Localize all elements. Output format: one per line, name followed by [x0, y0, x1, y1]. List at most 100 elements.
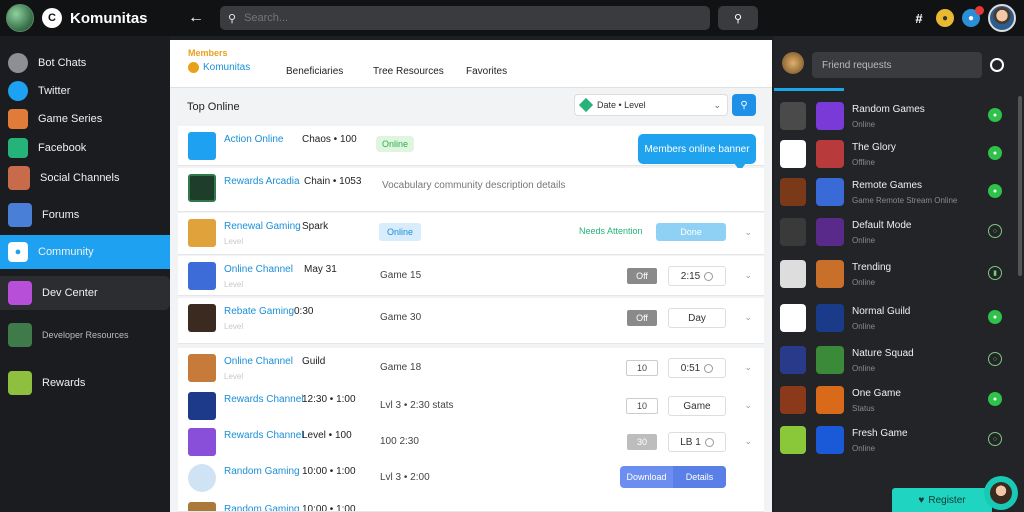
sidebar-item-facebook[interactable]: Facebook	[0, 131, 170, 165]
tab-bar: Members Komunitas Beneficiaries Tree Res…	[170, 40, 772, 88]
row-stat: Spark	[302, 221, 329, 232]
chevron-down-icon[interactable]: ⌄	[744, 362, 752, 373]
dev-icon	[8, 281, 32, 305]
table-row[interactable]: Online Channel Level Guild Game 18 10 0:…	[178, 348, 764, 388]
sidebar-label: Facebook	[38, 142, 87, 154]
sidebar-item-rewards[interactable]: Rewards	[0, 366, 170, 400]
search-icon: ⚲	[228, 12, 237, 25]
friend-avatar	[816, 140, 844, 168]
time-field[interactable]: LB 1	[668, 432, 726, 452]
table-row[interactable]: Online Channel Level May 31 Game 15 Off …	[178, 256, 764, 296]
toggle-button[interactable]: 30	[627, 434, 657, 450]
chevron-down-icon[interactable]: ⌄	[744, 270, 752, 281]
tab-home[interactable]: Members Komunitas	[188, 48, 250, 73]
toggle-button[interactable]: Off	[627, 268, 657, 284]
download-split-button[interactable]: Download Details	[620, 466, 726, 488]
globe-icon	[6, 4, 34, 32]
chevron-down-icon: ⌄	[713, 99, 721, 110]
filter-button[interactable]: ⚲	[732, 94, 756, 116]
toggle-button[interactable]: Off	[627, 310, 657, 326]
row-name[interactable]: Action Online	[224, 134, 283, 145]
table-row[interactable]: Rewards Channel Level • 100 100 2:30 30 …	[178, 422, 764, 462]
tag-button[interactable]: Online	[379, 223, 422, 241]
sidebar-item-community[interactable]: ● Community	[0, 235, 170, 269]
table-row[interactable]: Rebate Gaming Level 0:30 Game 30 Off Day…	[178, 298, 764, 344]
panel-avatar[interactable]	[782, 52, 804, 74]
chevron-down-icon[interactable]: ⌄	[744, 227, 752, 238]
row-info: 100 2:30	[380, 436, 419, 447]
app-logo[interactable]: C Komunitas	[6, 4, 148, 32]
table-row[interactable]: Random Gaming 10:00 • 1:00	[178, 496, 764, 512]
panel-header	[782, 52, 804, 74]
table-row[interactable]: Rewards Arcadia Chain • 1053 Vocabulary …	[178, 168, 764, 212]
tab-beneficiaries[interactable]: Beneficiaries	[286, 66, 343, 77]
search-input[interactable]	[244, 12, 685, 24]
chevron-down-icon[interactable]: ⌄	[744, 436, 752, 447]
friend-item[interactable]: Normal Guild Online ●	[774, 300, 1024, 338]
tab-tree-resources[interactable]: Tree Resources	[373, 66, 444, 77]
friend-status: Game Remote Stream Online	[852, 196, 958, 205]
friend-item[interactable]: Remote Games Game Remote Stream Online ●	[774, 174, 1024, 212]
sidebar-item-social-channels[interactable]: Social Channels	[0, 161, 170, 195]
friend-name: Random Games	[852, 104, 925, 115]
row-name[interactable]: Rebate Gaming	[224, 306, 294, 317]
bird-icon	[8, 81, 28, 101]
row-avatar	[188, 132, 216, 160]
count-button[interactable]: 10	[626, 360, 658, 376]
row-name[interactable]: Online Channel	[224, 264, 293, 275]
friend-status: Status	[852, 404, 875, 413]
friend-avatar	[816, 102, 844, 130]
friend-status: Online	[852, 322, 876, 331]
table-row[interactable]: Renewal Gaming Level Spark Online Needs …	[178, 213, 764, 255]
row-name[interactable]: Renewal Gaming	[224, 221, 301, 232]
game-field[interactable]: Game	[668, 396, 726, 416]
friend-item[interactable]: Nature Squad Online ○	[774, 342, 1024, 380]
sidebar-item-forums[interactable]: Forums	[0, 198, 170, 232]
time-field[interactable]: 0:51	[668, 358, 726, 378]
table-row[interactable]: Rewards Channel 12:30 • 1:00 Lvl 3 • 2:3…	[178, 386, 764, 426]
friend-item[interactable]: Default Mode Online ○	[774, 214, 1024, 252]
app-title: Komunitas	[70, 9, 148, 27]
time-field[interactable]: 2:15	[668, 266, 726, 286]
friend-item[interactable]: Trending Online ▮	[774, 256, 1024, 294]
friend-item[interactable]: Fresh Game Online ○	[774, 422, 1024, 460]
hashtag-icon[interactable]: #	[910, 9, 928, 27]
filter-dropdown[interactable]: Date • Level ⌄	[574, 94, 728, 116]
tab-favorites[interactable]: Favorites	[466, 66, 507, 77]
register-button[interactable]: ♥ Register	[892, 488, 992, 512]
row-name[interactable]: Random Gaming	[224, 504, 300, 511]
day-field[interactable]: Day	[668, 308, 726, 328]
friend-item[interactable]: Random Games Online ●	[774, 98, 1024, 136]
details-button[interactable]: Details	[673, 466, 726, 488]
chevron-down-icon[interactable]: ⌄	[744, 312, 752, 323]
row-name[interactable]: Rewards Channel	[224, 430, 304, 441]
search-button[interactable]: ⚲	[718, 6, 758, 30]
search-bar[interactable]: ⚲	[220, 6, 710, 30]
table-row[interactable]: Random Gaming 10:00 • 1:00 Lvl 3 • 2:00 …	[178, 458, 764, 498]
friend-search-input[interactable]: Friend requests	[812, 52, 982, 78]
sidebar-item-dev-center[interactable]: Dev Center	[0, 276, 170, 310]
row-avatar	[188, 464, 216, 492]
back-arrow-icon[interactable]: ←	[186, 8, 206, 28]
row-name[interactable]: Online Channel	[224, 356, 293, 367]
friend-thumb	[780, 346, 806, 374]
done-button[interactable]: Done	[656, 223, 726, 241]
user-avatar[interactable]	[988, 4, 1016, 32]
download-button[interactable]: Download	[620, 466, 673, 488]
chevron-down-icon[interactable]: ⌄	[744, 400, 752, 411]
sidebar-label: Developer Resources	[42, 329, 129, 340]
notification-icon[interactable]: ●	[962, 6, 984, 27]
chat-avatar-button[interactable]	[984, 476, 1018, 510]
heart-icon: ♥	[918, 494, 925, 506]
friend-name: Nature Squad	[852, 348, 914, 359]
row-name[interactable]: Rewards Channel	[224, 394, 304, 405]
friend-avatar	[816, 304, 844, 332]
status-circle-icon[interactable]	[990, 58, 1004, 72]
friend-item[interactable]: One Game Status ●	[774, 382, 1024, 420]
row-name[interactable]: Random Gaming	[224, 466, 300, 477]
friend-item[interactable]: The Glory Offline ●	[774, 136, 1024, 174]
coin-icon[interactable]: ●	[936, 9, 954, 27]
row-name[interactable]: Rewards Arcadia	[224, 176, 300, 187]
sidebar-item-developer-resources[interactable]: Developer Resources	[0, 318, 170, 352]
count-button[interactable]: 10	[626, 398, 658, 414]
